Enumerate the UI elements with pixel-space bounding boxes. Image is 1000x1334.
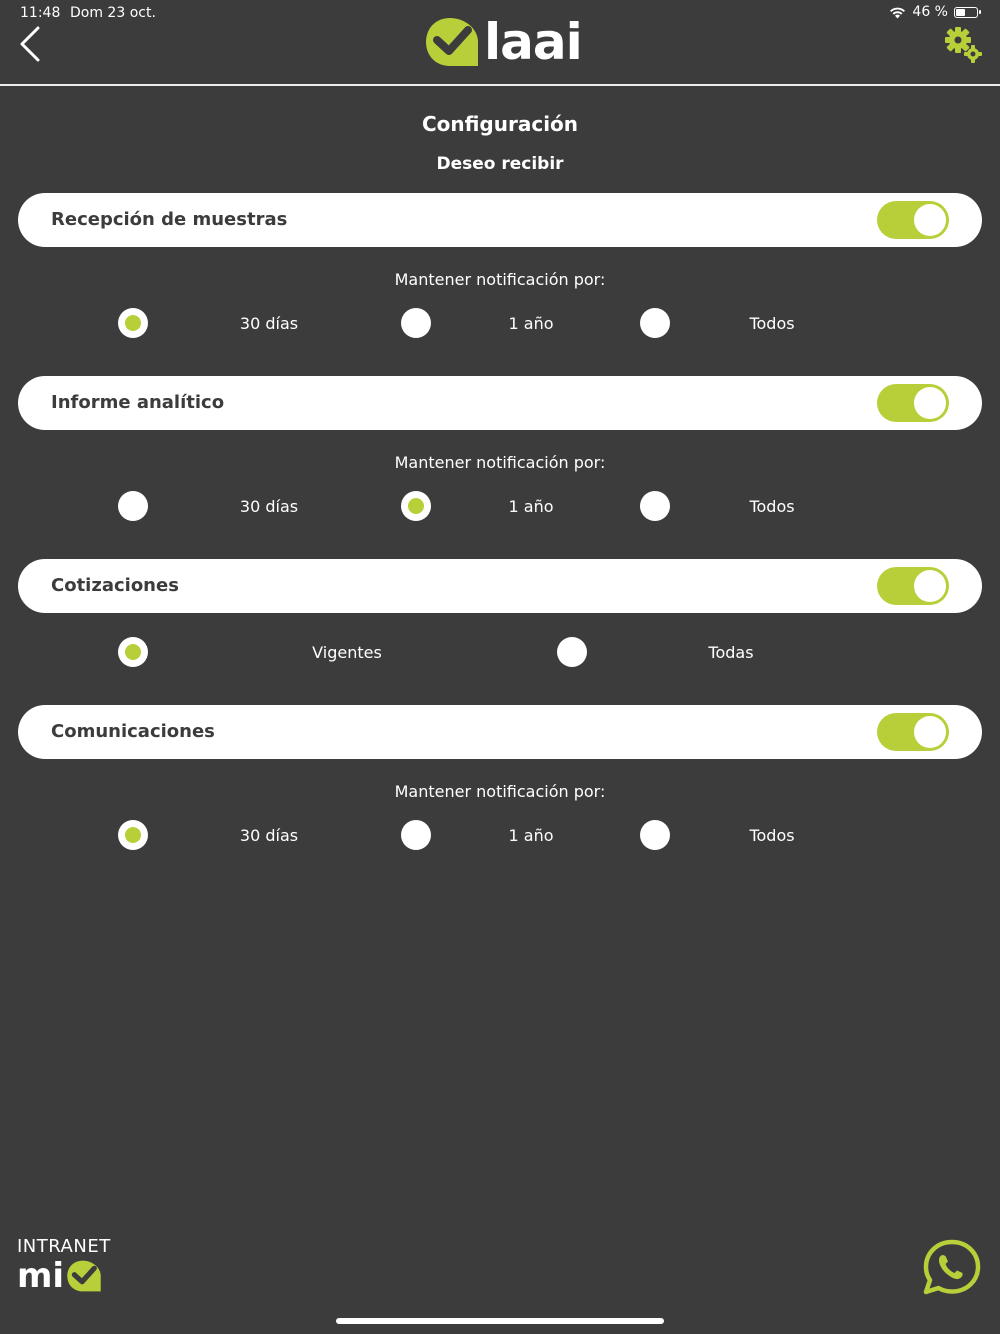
- whatsapp-icon: [923, 1239, 981, 1295]
- radio-1-year[interactable]: [401, 308, 431, 338]
- radio-30-days[interactable]: [118, 491, 148, 521]
- page-title: Configuración: [421, 112, 579, 136]
- chevron-left-icon: [20, 26, 40, 62]
- mi-logo: mi: [17, 1259, 111, 1293]
- option-label: Todos: [749, 497, 795, 516]
- option-label: 1 año: [508, 314, 554, 333]
- option-label: 1 año: [508, 826, 554, 845]
- option-label: Vigentes: [312, 643, 382, 662]
- page-subtitle: Deseo recibir: [436, 154, 564, 174]
- option-label: Todas: [708, 643, 754, 662]
- radio-all[interactable]: [640, 820, 670, 850]
- communications-toggle[interactable]: [877, 713, 949, 751]
- check-badge-icon: [426, 18, 478, 66]
- laai-logo: laai: [424, 13, 583, 71]
- section-card-communications: Comunicaciones: [18, 705, 982, 759]
- option-label: 30 días: [239, 497, 299, 516]
- settings-button[interactable]: [944, 26, 984, 64]
- section-card-sample-reception: Recepción de muestras: [18, 193, 982, 247]
- home-indicator[interactable]: [336, 1318, 664, 1324]
- check-badge-icon: [67, 1260, 101, 1292]
- intranet-brand: INTRANET mi: [17, 1236, 111, 1293]
- sample-reception-toggle[interactable]: [877, 201, 949, 239]
- section-label: Cotizaciones: [51, 575, 179, 596]
- section-label: Recepción de muestras: [51, 209, 288, 230]
- radio-1-year[interactable]: [401, 491, 431, 521]
- analytical-report-toggle[interactable]: [877, 384, 949, 422]
- navigation-header: laai: [0, 0, 1000, 86]
- option-label: 1 año: [508, 497, 554, 516]
- radio-all-quotes[interactable]: [557, 637, 587, 667]
- back-button[interactable]: [14, 26, 50, 62]
- mi-label: mi: [17, 1256, 65, 1296]
- option-label: 30 días: [239, 826, 299, 845]
- section-card-analytical-report: Informe analítico: [18, 376, 982, 430]
- quotes-toggle[interactable]: [877, 567, 949, 605]
- radio-all[interactable]: [640, 491, 670, 521]
- option-label: 30 días: [239, 314, 299, 333]
- section-card-quotes: Cotizaciones: [18, 559, 982, 613]
- toggle-knob: [914, 570, 946, 602]
- toggle-knob: [914, 387, 946, 419]
- radio-30-days[interactable]: [118, 820, 148, 850]
- keep-notification-label: Mantener notificación por:: [394, 453, 606, 472]
- toggle-knob: [914, 716, 946, 748]
- toggle-knob: [914, 204, 946, 236]
- radio-1-year[interactable]: [401, 820, 431, 850]
- keep-notification-label: Mantener notificación por:: [394, 270, 606, 289]
- section-label: Comunicaciones: [51, 721, 215, 742]
- radio-current[interactable]: [118, 637, 148, 667]
- keep-notification-label: Mantener notificación por:: [394, 782, 606, 801]
- option-label: Todos: [749, 826, 795, 845]
- option-label: Todos: [749, 314, 795, 333]
- intranet-label: INTRANET: [17, 1236, 111, 1257]
- logo-text: laai: [484, 13, 583, 71]
- section-label: Informe analítico: [51, 392, 225, 413]
- radio-all[interactable]: [640, 308, 670, 338]
- gears-icon: [945, 27, 982, 63]
- radio-30-days[interactable]: [118, 308, 148, 338]
- whatsapp-button[interactable]: [921, 1238, 983, 1296]
